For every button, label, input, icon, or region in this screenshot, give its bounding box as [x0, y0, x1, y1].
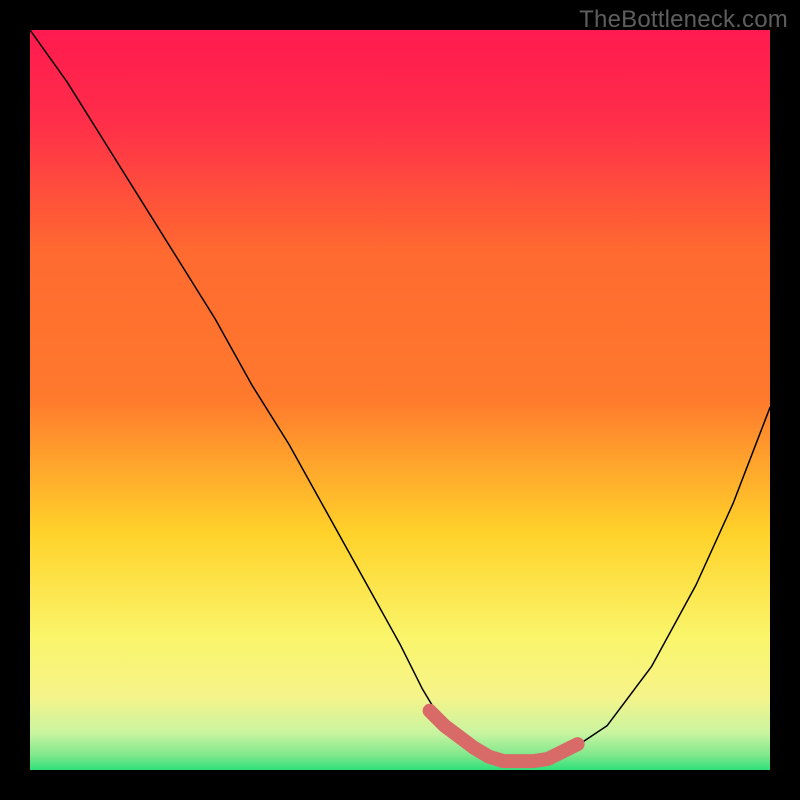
chart-svg [30, 30, 770, 770]
plot-area [30, 30, 770, 770]
chart-frame: TheBottleneck.com [0, 0, 800, 800]
gradient-background [30, 30, 770, 770]
highlight-dot [573, 739, 583, 749]
watermark-text: TheBottleneck.com [579, 6, 788, 34]
